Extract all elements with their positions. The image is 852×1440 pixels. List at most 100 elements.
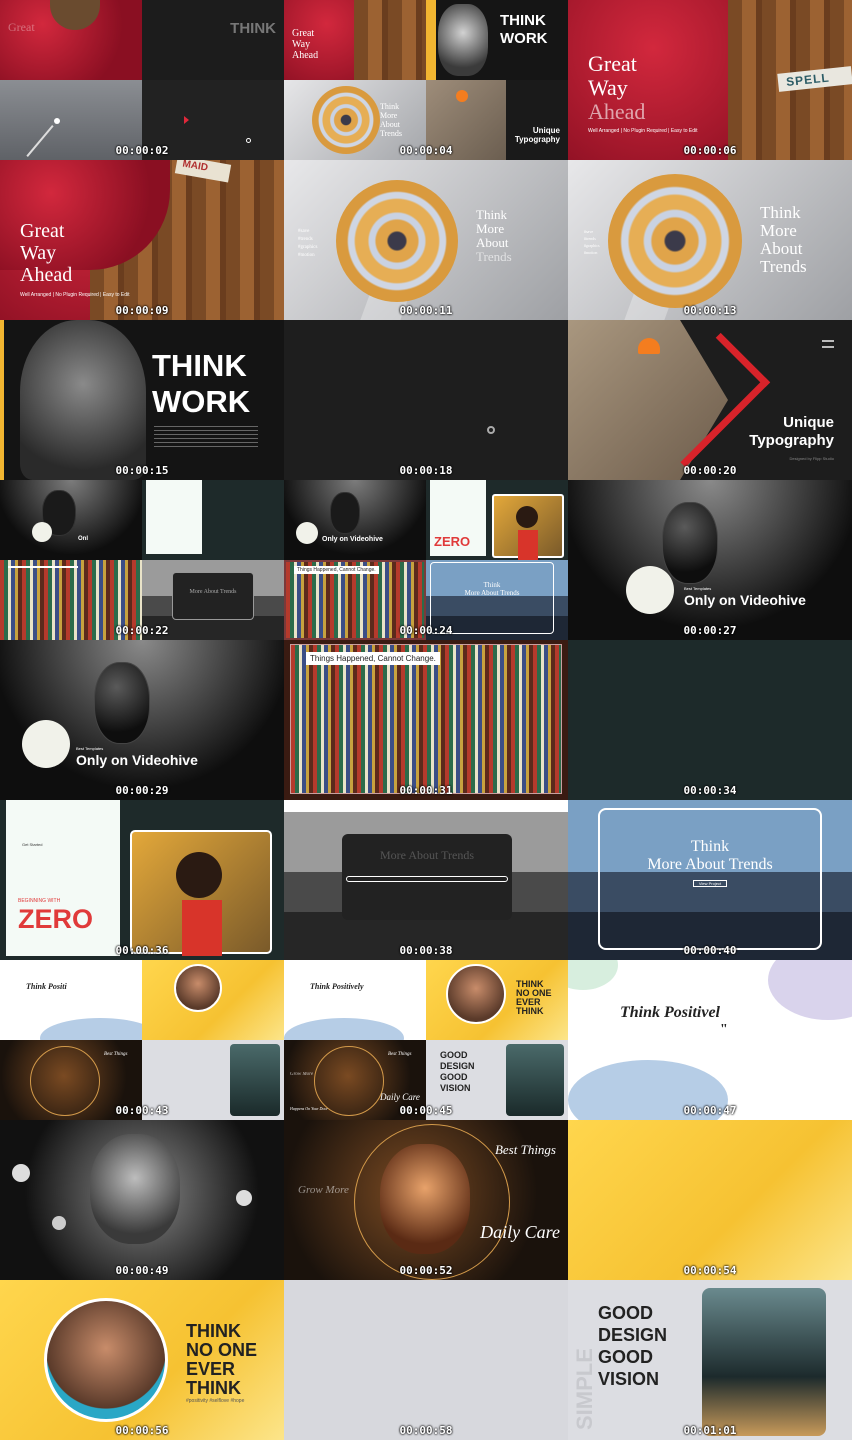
building-image: [702, 1288, 826, 1436]
best-templates-text: Best Templates: [684, 586, 712, 591]
arrow-icon: [184, 116, 189, 124]
thumbnail-3[interactable]: SPELL Great Way Ahead Well Arranged | No P…: [568, 0, 852, 160]
thumbnail-5[interactable]: #save #trends #graphics #motion Think More Ab…: [284, 160, 568, 320]
only-on-videohive-text: Only on Videohive: [76, 752, 198, 768]
circle-icon: [246, 138, 251, 143]
timestamp: 00:00:43: [115, 1104, 169, 1117]
menu-icon: [822, 340, 834, 348]
bokeh-light: [236, 1190, 252, 1206]
label-bar: [8, 566, 78, 568]
view-project-button[interactable]: View Project: [693, 880, 727, 887]
card: More About Trends: [342, 834, 512, 920]
thumbnail-4[interactable]: MAID Great Way Ahead Well Arranged | No Pl…: [0, 160, 284, 320]
timestamp: 00:00:27: [683, 624, 737, 637]
logo-circle: [32, 522, 52, 542]
best-things-text: Best Things: [494, 1142, 556, 1157]
timestamp: 00:00:24: [399, 624, 453, 637]
thumbnail-18[interactable]: Think More About Trends View Project 00:0…: [568, 800, 852, 960]
think-positi-text: Think Positi: [26, 982, 67, 991]
daily-care-text: Daily Care: [380, 1092, 420, 1102]
videohive-panel: Only on Videohive: [284, 480, 426, 560]
think-work-title: THINK WORK: [500, 12, 548, 47]
timestamp: 00:00:20: [683, 464, 737, 477]
helmet: [456, 90, 468, 102]
thumbnail-7[interactable]: THINK WORK 00:00:15: [0, 320, 284, 480]
thumbnail-16[interactable]: Get Started BEGINNING WITH ZERO 00:00:36: [0, 800, 284, 960]
timestamp: 00:00:04: [399, 144, 453, 157]
logo-circle: [626, 566, 674, 614]
subtitle: Well Arranged | No Plugin Required | Eas…: [20, 292, 130, 298]
timestamp: 00:00:15: [115, 464, 169, 477]
thumbnail-26[interactable]: 00:00:58: [284, 1280, 568, 1440]
timestamp: 00:00:38: [399, 944, 453, 957]
accent-bar: [0, 320, 4, 480]
timestamp: 00:00:54: [683, 1264, 737, 1277]
girl-image: [174, 964, 222, 1012]
great-way-ahead-full: MAID Great Way Ahead Well Arranged | No Pl…: [0, 160, 284, 320]
top-white: [284, 800, 568, 812]
thumbnail-2[interactable]: Great Way Ahead THINK WORK Think More About Tr…: [284, 0, 568, 160]
lavender-blob: [768, 960, 852, 1020]
timestamp: 00:00:13: [683, 304, 737, 317]
thumbnail-11[interactable]: Only on Videohive ZERO Things Happened, …: [284, 480, 568, 640]
thumbnail-20[interactable]: Think Positively THINK NO ONE EVER THINK Be…: [284, 960, 568, 1120]
thumbnail-19[interactable]: Think Positi Best Things 00:00:43: [0, 960, 284, 1120]
timestamp: 00:00:49: [115, 1264, 169, 1277]
thumbnail-9[interactable]: Unique Typography Designed by Flipp Studi…: [568, 320, 852, 480]
think-positively-text: Think Positively: [310, 982, 364, 991]
smart-bar: [426, 0, 436, 80]
think-positi-panel: Think Positi: [0, 960, 142, 1040]
bokeh-light: [12, 1164, 30, 1182]
unique-typography-title: Unique Typography: [514, 126, 560, 144]
subtitle: Well Arranged | No Plugin Required | Eas…: [588, 128, 698, 134]
thumbnail-13[interactable]: Best Templates Only on Videohive 00:00:2…: [0, 640, 284, 800]
thumbnail-22[interactable]: 00:00:49: [0, 1120, 284, 1280]
zero-panel: ZERO: [426, 480, 568, 560]
thumbnail-25[interactable]: THINK NO ONE EVER THINK #positivity #selflo…: [0, 1280, 284, 1440]
think-text: THINK: [230, 20, 276, 37]
girl-image: [44, 1298, 168, 1422]
thumbnail-15[interactable]: 00:00:34: [568, 640, 852, 800]
thumbnail-24[interactable]: 00:00:54: [568, 1120, 852, 1280]
thumbnail-14[interactable]: Things Happened, Cannot Change. 00:00:31: [284, 640, 568, 800]
timestamp: 00:00:34: [683, 784, 737, 797]
girl-bw-image: [90, 1134, 180, 1244]
great-panel: Great: [0, 0, 142, 80]
thumbnail-12[interactable]: Best Templates Only on Videohive 00:00:2…: [568, 480, 852, 640]
thumbnail-10[interactable]: Onl More About Trends 00:00:22: [0, 480, 284, 640]
thumbnail-27[interactable]: SIMPLE GOOD DESIGN GOOD VISION 00:01:01: [568, 1280, 852, 1440]
unique-typography-title: Unique Typography: [749, 414, 834, 449]
daily-care-text: Daily Care: [480, 1222, 560, 1242]
thumbnail-23[interactable]: Best Things Grow More Daily Care 00:00:5…: [284, 1120, 568, 1280]
grow-more-text: Grow More: [290, 1072, 314, 1077]
thumbnail-1[interactable]: Great THINK 00:00:02: [0, 0, 284, 160]
timestamp: 00:00:45: [399, 1104, 453, 1117]
great-way-ahead-title: Great Way Ahead: [292, 28, 319, 61]
logo-circle: [296, 522, 318, 544]
timestamp: 00:00:52: [399, 1264, 453, 1277]
great-way-ahead-full: SPELL Great Way Ahead Well Arranged | No P…: [568, 0, 852, 160]
great-way-ahead-title: Great Way Ahead: [588, 51, 646, 124]
thumbnail-17[interactable]: More About Trends 00:00:38: [284, 800, 568, 960]
timestamp: 00:00:29: [115, 784, 169, 797]
thumbnail-21[interactable]: Think Positivel " 00:00:47: [568, 960, 852, 1120]
timestamp: 00:00:11: [399, 304, 453, 317]
bokeh-light: [52, 1216, 66, 1230]
videohive-panel: Onl: [0, 480, 142, 560]
mask-image: [94, 662, 150, 744]
white-card: Get Started BEGINNING WITH ZERO: [6, 800, 120, 956]
timestamp: 00:00:06: [683, 144, 737, 157]
hashtags: #save #trends #graphics #motion: [298, 229, 318, 258]
think-more-about-trends-title: Think More About Trends: [760, 203, 807, 276]
woman-image: [492, 494, 564, 560]
thumbnail-8[interactable]: 00:00:18: [284, 320, 568, 480]
white-card: ZERO: [430, 480, 486, 556]
timestamp: 00:00:18: [399, 464, 453, 477]
mask-image: [330, 492, 360, 534]
thumbnail-6[interactable]: #save #trends #graphics #motion Think More Ab…: [568, 160, 852, 320]
mask-image: [20, 320, 146, 480]
think-more-about-trends-title: Think More About Trends: [380, 102, 402, 138]
best-things-text: Best Things: [104, 1052, 128, 1057]
positivity-tags: #positivity #selflove #hope: [186, 1398, 245, 1404]
timestamp: 00:00:22: [115, 624, 169, 637]
